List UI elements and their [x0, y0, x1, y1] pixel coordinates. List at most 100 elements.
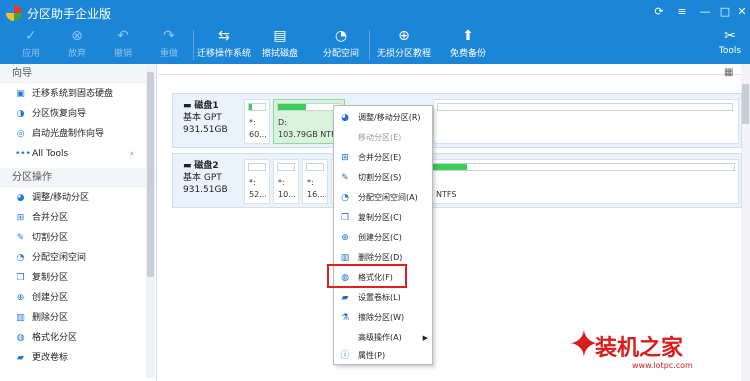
allocate-icon: ◔ [341, 193, 349, 203]
sidebar-item-delete[interactable]: ▥ 删除分区 [0, 308, 156, 328]
backup-icon: ⬆ [462, 28, 474, 44]
recovery-icon: ◑ [16, 109, 25, 119]
close-button[interactable]: ✕ [734, 5, 750, 18]
sidebar-item-boot-disc[interactable]: ◎ 启动光盘制作向导 [0, 124, 156, 144]
lossless-tutorial-button[interactable]: ⊕ 无损分区教程 [372, 26, 436, 64]
highlight-box [327, 264, 407, 288]
app-logo-icon [6, 5, 22, 21]
pie-icon: ◔ [334, 28, 348, 44]
split-icon: ✎ [16, 233, 25, 243]
copy-icon: ❐ [340, 213, 350, 223]
grid-view-icon[interactable]: ▦ [724, 67, 733, 78]
menu-item-resize[interactable]: ◕ 调整/移动分区(R) [334, 108, 432, 128]
menu-item-wipe[interactable]: ⚗ 擦除分区(W) [334, 308, 432, 328]
minimize-button[interactable]: — [697, 5, 713, 18]
merge-icon: ⊞ [16, 213, 25, 223]
redo-icon: ↷ [163, 28, 175, 44]
menu-item-split[interactable]: ✎ 切割分区(S) [334, 168, 432, 188]
menu-icon[interactable]: ≡ [674, 5, 690, 18]
menu-item-advanced[interactable]: 高级操作(A) ▶ [334, 328, 432, 348]
toolbar-divider [369, 30, 370, 60]
sidebar-scrollbar[interactable] [146, 66, 155, 378]
tools-icon: ✂ [724, 28, 736, 44]
wipe-disk-button[interactable]: ▤ 擦拭磁盘 [258, 26, 302, 64]
toolbar-divider [193, 30, 194, 60]
check-icon: ✓ [25, 28, 37, 44]
redo-button[interactable]: ↷ 重做 [152, 26, 186, 64]
resize-icon: ◕ [16, 193, 25, 203]
label-icon: ▰ [341, 293, 349, 303]
sidebar-item-split[interactable]: ✎ 切割分区 [0, 228, 156, 248]
resize-icon: ◕ [341, 113, 349, 123]
sidebar-item-resize[interactable]: ◕ 调整/移动分区 [0, 188, 156, 208]
sidebar-item-all-tools[interactable]: ••• All Tools › [0, 144, 156, 164]
refresh-icon[interactable]: ⟳ [651, 5, 667, 18]
submenu-arrow-icon: ▶ [422, 334, 428, 342]
menu-item-create[interactable]: ⊕ 创建分区(C) [334, 228, 432, 248]
ops-section-title: 分区操作 [0, 168, 156, 188]
undo-icon: ↶ [117, 28, 129, 44]
more-icon: ••• [15, 149, 31, 159]
partition-block[interactable]: *: 52... [244, 159, 270, 204]
watermark-text: 装机之家 [595, 336, 684, 361]
scrollbar-thumb[interactable] [147, 72, 154, 277]
sidebar-item-copy[interactable]: ❐ 复制分区 [0, 268, 156, 288]
sidebar-item-migrate-ssd[interactable]: ▣ 迁移系统到固态硬盘 [0, 84, 156, 104]
menu-item-properties[interactable]: ⓘ 属性(P) [334, 346, 432, 366]
disc-icon: ◎ [16, 129, 25, 139]
sidebar-item-merge[interactable]: ⊞ 合并分区 [0, 208, 156, 228]
watermark-url: www.lotpc.com [632, 361, 693, 370]
migrate-os-button[interactable]: ⇆ 迁移操作系统 [196, 26, 252, 64]
migrate-icon: ▣ [16, 89, 25, 99]
wizard-section-title: 向导 [0, 64, 156, 84]
free-backup-button[interactable]: ⬆ 免费备份 [444, 26, 492, 64]
sidebar-item-label[interactable]: ▰ 更改卷标 [0, 348, 156, 368]
sidebar: 向导 ▣ 迁移系统到固态硬盘 ◑ 分区恢复向导 ◎ 启动光盘制作向导 ••• All T… [0, 64, 157, 381]
sidebar-item-format[interactable]: ◍ 格式化分区 [0, 328, 156, 348]
main-scrollbar[interactable] [741, 64, 750, 381]
disk-icon: ▬ [183, 101, 192, 111]
context-menu: ◕ 调整/移动分区(R) 移动分区(E) ⊞ 合并分区(E) ✎ 切割分区(S) ◔ 分… [333, 105, 433, 365]
disk-2-row[interactable]: ▬ 磁盘2 基本 GPT 931.51GB *: 52... *: 10... *:… [172, 153, 742, 208]
cancel-icon: ⊗ [71, 28, 83, 44]
sidebar-item-partition-recovery[interactable]: ◑ 分区恢复向导 [0, 104, 156, 124]
menu-item-move[interactable]: 移动分区(E) [334, 128, 432, 148]
disk-icon: ▬ [183, 161, 192, 171]
allocate-icon: ◔ [16, 253, 25, 263]
scrollbar-thumb[interactable] [742, 84, 749, 124]
disk-1-info: ▬ 磁盘1 基本 GPT 931.51GB [183, 101, 228, 135]
copy-icon: ❐ [16, 273, 25, 283]
toolbar: ✓ 应用 ⊗ 放弃 ↶ 撤销 ↷ 重做 ⇆ 迁移操作系统 ▤ 擦拭磁盘 ◔ 分配空间 ⊕ 无损分… [0, 26, 750, 64]
create-icon: ⊕ [16, 293, 25, 303]
menu-item-set-label[interactable]: ▰ 设置卷标(L) [334, 288, 432, 308]
menu-item-allocate[interactable]: ◔ 分配空闲空间(A) [334, 188, 432, 208]
migrate-icon: ⇆ [218, 28, 230, 44]
trash-icon: ▥ [340, 253, 350, 263]
disk-1-row[interactable]: ▬ 磁盘1 基本 GPT 931.51GB *: 60... D: 103.79GB… [172, 93, 742, 148]
menu-item-merge[interactable]: ⊞ 合并分区(E) [334, 148, 432, 168]
label-icon: ▰ [17, 353, 24, 363]
splitter[interactable] [158, 69, 750, 75]
alloc-space-button[interactable]: ◔ 分配空间 [318, 26, 364, 64]
maximize-button[interactable]: □ [717, 5, 733, 18]
apply-button[interactable]: ✓ 应用 [14, 26, 48, 64]
partition-block[interactable]: *: 60... [244, 99, 270, 144]
disk-2-info: ▬ 磁盘2 基本 GPT 931.51GB [183, 161, 228, 195]
undo-button[interactable]: ↶ 撤销 [106, 26, 140, 64]
sidebar-item-create[interactable]: ⊕ 创建分区 [0, 288, 156, 308]
partition-block[interactable] [433, 99, 739, 144]
trash-icon: ▥ [16, 313, 25, 323]
title-bar: 分区助手企业版 ⟳ ≡ — □ ✕ [0, 0, 750, 26]
split-icon: ✎ [341, 173, 349, 183]
wipe-disk-icon: ▤ [273, 28, 287, 44]
discard-button[interactable]: ⊗ 放弃 [60, 26, 94, 64]
partition-block[interactable]: *: 16... [302, 159, 328, 204]
merge-icon: ⊞ [341, 153, 349, 163]
sidebar-item-allocate[interactable]: ◔ 分配空闲空间 [0, 248, 156, 268]
format-icon: ◍ [16, 333, 25, 343]
menu-item-copy[interactable]: ❐ 复制分区(C) [334, 208, 432, 228]
window-title: 分区助手企业版 [27, 7, 112, 21]
partition-block[interactable]: *: 10... [273, 159, 299, 204]
info-icon: ⓘ [340, 351, 350, 361]
tools-button[interactable]: ✂ Tools [714, 26, 746, 64]
